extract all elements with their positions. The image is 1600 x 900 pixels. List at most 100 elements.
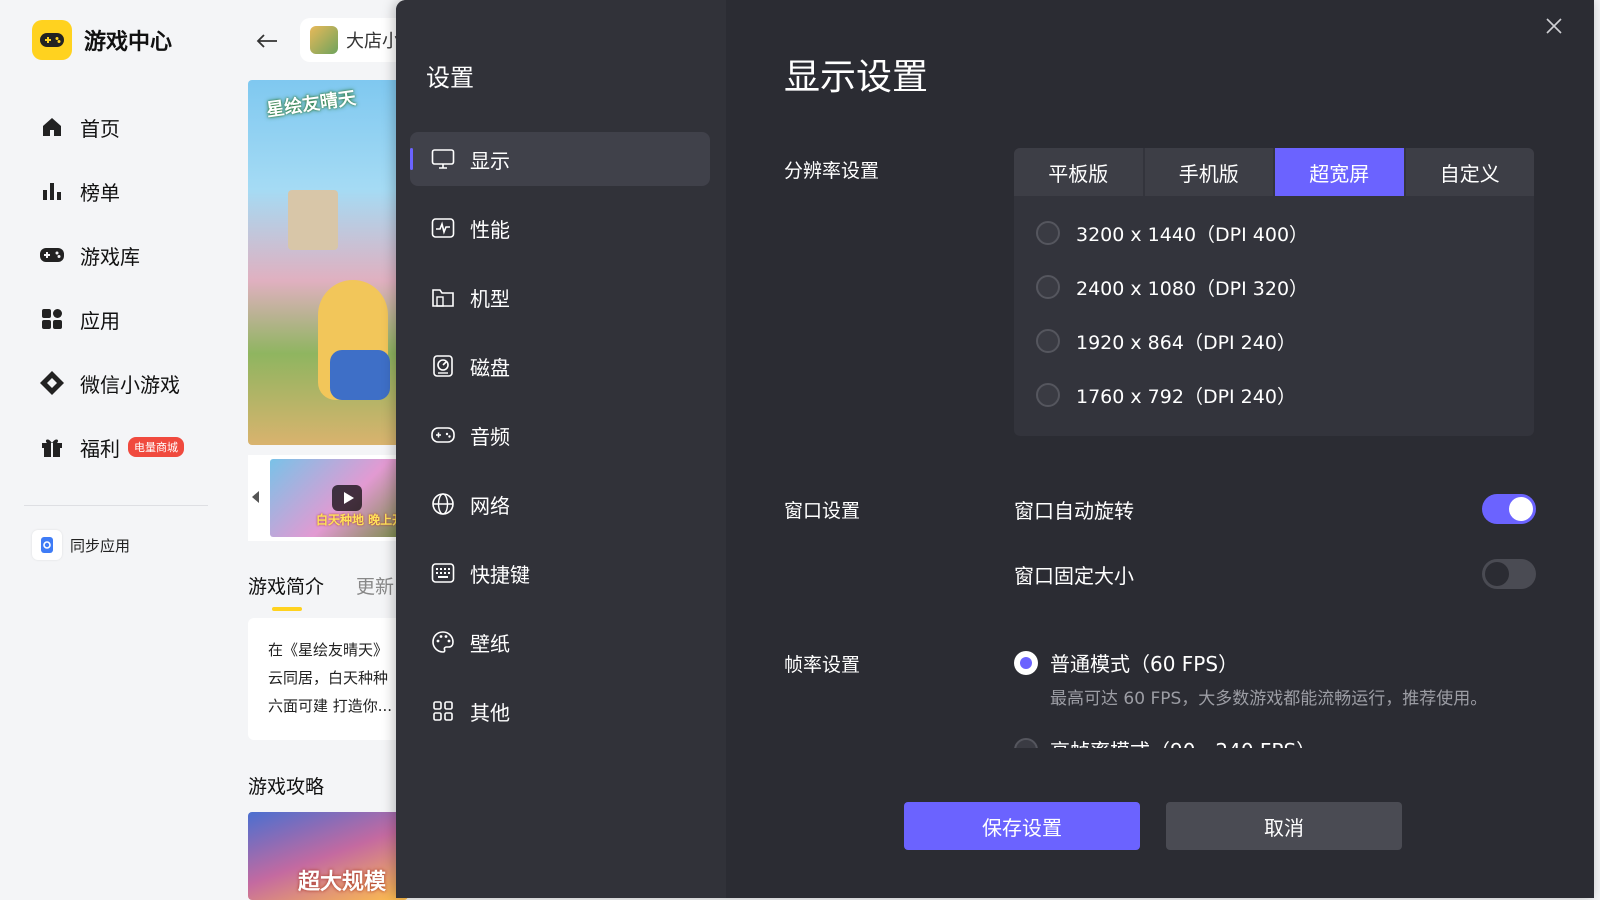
settings-menu-network[interactable]: 网络 xyxy=(410,477,710,531)
sidebar-divider xyxy=(24,505,208,506)
sync-apps-button[interactable]: 同步应用 xyxy=(32,530,130,560)
nav-item-library[interactable]: 游戏库 xyxy=(38,223,184,287)
disk-icon xyxy=(430,353,456,379)
page-title: 显示设置 xyxy=(784,57,929,98)
settings-title: 设置 xyxy=(426,64,474,92)
menu-label: 快捷键 xyxy=(470,562,530,587)
resolution-option-label: 1760 x 792（DPI 240） xyxy=(1076,385,1296,408)
apps-icon xyxy=(38,305,66,333)
game-thumbnail xyxy=(310,26,338,54)
display-settings-panel: 显示设置 分辨率设置 平板版 手机版 超宽屏 自定义 3200 x 1440（D… xyxy=(726,0,1594,898)
tab-tablet[interactable]: 平板版 xyxy=(1014,148,1143,196)
intro-card: 在《星绘友晴天》 云同居，白天种种 六面可建 打造你... xyxy=(248,618,408,740)
nav-label: 榜单 xyxy=(80,180,120,205)
game-detail-pane: 大店小 星绘友晴天 白天种地 晚上开Party 游戏简介 更新 在《星绘友晴天》… xyxy=(230,0,410,900)
resolution-option[interactable]: 2400 x 1080（DPI 320） xyxy=(1036,260,1534,314)
resolution-option-label: 2400 x 1080（DPI 320） xyxy=(1076,277,1309,300)
tab-intro[interactable]: 游戏简介 xyxy=(248,572,324,611)
radio-button-selected[interactable] xyxy=(1014,650,1038,675)
auto-rotate-label: 窗口自动旋转 xyxy=(1014,499,1134,523)
carousel-left-arrow-icon[interactable] xyxy=(252,491,259,503)
settings-menu-wallpaper[interactable]: 壁纸 xyxy=(410,615,710,669)
guide-image[interactable]: 超大规模 xyxy=(248,812,408,900)
character-overalls-shape xyxy=(330,350,390,400)
nav-label: 微信小游戏 xyxy=(80,372,180,397)
nav-item-ranking[interactable]: 榜单 xyxy=(38,159,184,223)
audio-icon xyxy=(430,422,456,448)
game-chip-label: 大店小 xyxy=(346,31,400,52)
resolution-option-label: 3200 x 1440（DPI 400） xyxy=(1076,223,1309,246)
game-hero-image[interactable]: 星绘友晴天 xyxy=(248,80,408,445)
radio-button[interactable] xyxy=(1036,221,1060,245)
settings-menu-audio[interactable]: 音频 xyxy=(410,408,710,462)
radio-button[interactable] xyxy=(1036,329,1060,353)
settings-modal: 设置 显示 性能 机型 磁盘 音频 网络 快捷键 壁纸 其他 显示设置 分辨率设… xyxy=(396,0,1594,898)
radio-button[interactable] xyxy=(1036,275,1060,299)
settings-sidebar: 设置 显示 性能 机型 磁盘 音频 网络 快捷键 壁纸 其他 xyxy=(396,0,726,898)
settings-menu-other[interactable]: 其他 xyxy=(410,684,710,738)
tab-update[interactable]: 更新 xyxy=(356,572,394,599)
guide-title: 游戏攻略 xyxy=(248,776,325,798)
fixed-size-label: 窗口固定大小 xyxy=(1014,564,1134,588)
diamond-icon xyxy=(38,369,66,397)
settings-menu-shortcuts[interactable]: 快捷键 xyxy=(410,546,710,600)
resolution-option[interactable]: 3200 x 1440（DPI 400） xyxy=(1036,206,1534,260)
resolution-option[interactable]: 1760 x 792（DPI 240） xyxy=(1036,368,1534,422)
app-title: 游戏中心 xyxy=(84,30,173,55)
intro-line: 在《星绘友晴天》 xyxy=(268,641,389,659)
nav-item-welfare[interactable]: 福利 电量商城 xyxy=(38,415,184,479)
auto-rotate-toggle[interactable] xyxy=(1482,494,1536,524)
fps-normal-description: 最高可达 60 FPS，大多数游戏都能流畅运行，推荐使用。 xyxy=(1050,689,1488,709)
resolution-options: 3200 x 1440（DPI 400） 2400 x 1080（DPI 320… xyxy=(1014,196,1534,422)
detail-tabs: 游戏简介 更新 xyxy=(248,572,394,611)
settings-menu-display[interactable]: 显示 xyxy=(410,132,710,186)
menu-label: 磁盘 xyxy=(470,355,510,380)
game-chip[interactable]: 大店小 xyxy=(300,18,410,62)
menu-label: 显示 xyxy=(470,148,510,173)
framerate-label: 帧率设置 xyxy=(784,654,861,676)
fps-option-normal[interactable]: 普通模式（60 FPS） xyxy=(1014,648,1238,677)
gamepad-logo-icon xyxy=(32,20,72,60)
nav-label: 首页 xyxy=(80,116,120,141)
video-thumbnail[interactable]: 白天种地 晚上开Party xyxy=(270,459,410,537)
play-icon xyxy=(332,485,362,511)
back-arrow-icon[interactable] xyxy=(252,26,282,56)
nav-item-home[interactable]: 首页 xyxy=(38,95,184,159)
resolution-option[interactable]: 1920 x 864（DPI 240） xyxy=(1036,314,1534,368)
intro-line: 六面可建 打造你... xyxy=(268,697,393,715)
close-button[interactable] xyxy=(1540,12,1568,40)
radio-button[interactable] xyxy=(1036,383,1060,407)
store-badge: 电量商城 xyxy=(128,437,184,457)
app-sidebar: 游戏中心 首页 榜单 游戏库 应用 微信小游戏 福利 电量商城 同步应用 xyxy=(0,0,230,900)
brand[interactable]: 游戏中心 xyxy=(32,20,172,60)
grid-icon xyxy=(430,698,456,724)
tab-ultrawide[interactable]: 超宽屏 xyxy=(1275,148,1404,196)
toggle-knob xyxy=(1509,497,1533,521)
scroll-clip xyxy=(1006,748,1566,778)
nav-item-wechat-games[interactable]: 微信小游戏 xyxy=(38,351,184,415)
tab-custom[interactable]: 自定义 xyxy=(1405,148,1534,196)
chart-icon xyxy=(38,177,66,205)
fixed-size-toggle[interactable] xyxy=(1482,559,1536,589)
resolution-tabs: 平板版 手机版 超宽屏 自定义 xyxy=(1014,148,1534,196)
performance-icon xyxy=(430,215,456,241)
tab-phone[interactable]: 手机版 xyxy=(1144,148,1273,196)
intro-line: 云同居，白天种种 xyxy=(268,669,389,687)
resolution-label: 分辨率设置 xyxy=(784,160,880,182)
gamepad-icon xyxy=(38,241,66,269)
menu-label: 其他 xyxy=(470,700,510,725)
menu-label: 网络 xyxy=(470,493,510,518)
settings-menu-disk[interactable]: 磁盘 xyxy=(410,339,710,393)
menu-label: 机型 xyxy=(470,286,510,311)
menu-label: 性能 xyxy=(470,217,510,242)
close-icon xyxy=(1546,18,1562,34)
settings-menu-performance[interactable]: 性能 xyxy=(410,201,710,255)
settings-menu-model[interactable]: 机型 xyxy=(410,270,710,324)
save-button[interactable]: 保存设置 xyxy=(904,802,1140,850)
resolution-option-label: 1920 x 864（DPI 240） xyxy=(1076,331,1296,354)
nav-item-apps[interactable]: 应用 xyxy=(38,287,184,351)
cancel-button[interactable]: 取消 xyxy=(1166,802,1402,850)
window-settings-label: 窗口设置 xyxy=(784,500,861,522)
main-nav: 首页 榜单 游戏库 应用 微信小游戏 福利 电量商城 xyxy=(38,95,184,479)
sync-label: 同步应用 xyxy=(70,536,131,555)
